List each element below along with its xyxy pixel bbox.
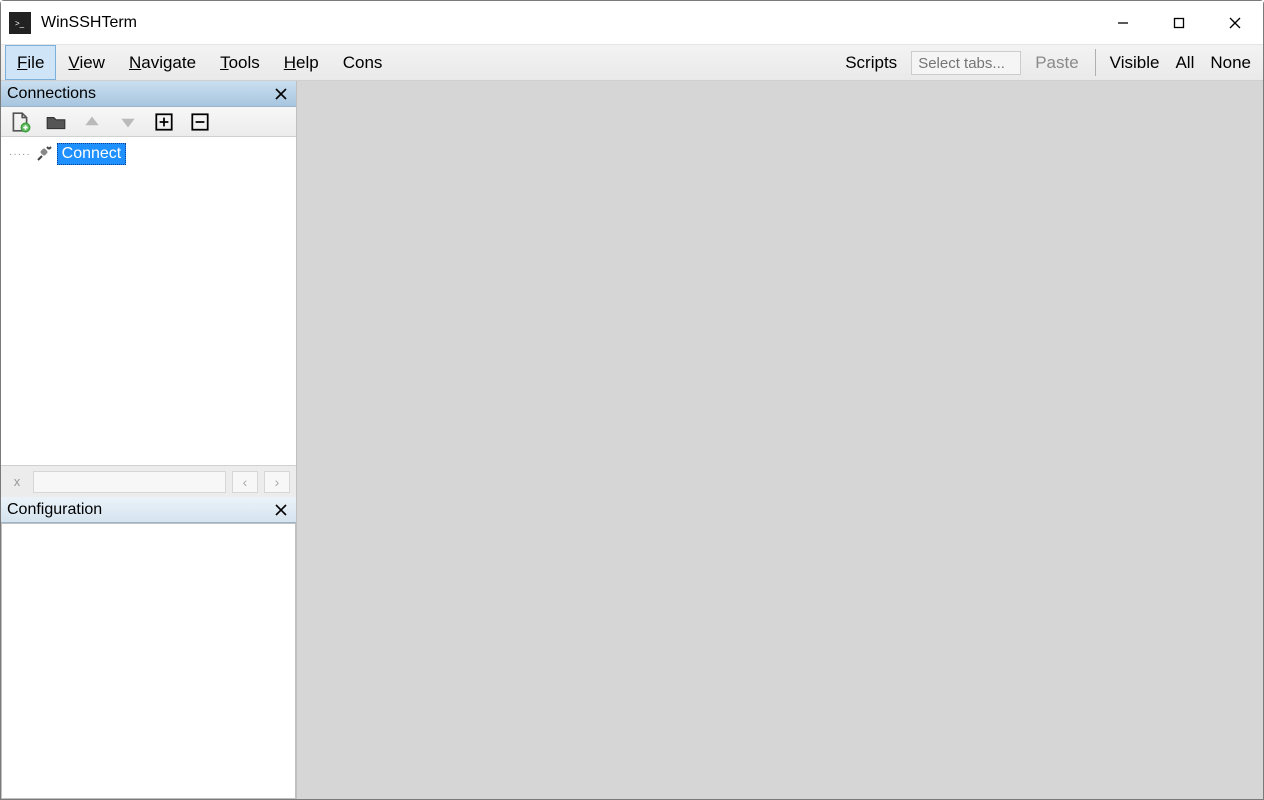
app-window: >_ WinSSHTerm File View Navigate Tools H… [0,0,1264,800]
tree-root-row[interactable]: ····· Connect [5,143,292,165]
app-icon: >_ [9,12,31,34]
new-file-icon[interactable] [9,111,31,133]
tree-root-label[interactable]: Connect [57,143,127,165]
paste-button[interactable]: Paste [1025,45,1088,80]
search-input[interactable] [33,471,226,493]
close-button[interactable] [1207,1,1263,44]
scripts-label[interactable]: Scripts [835,45,907,80]
separator [1095,49,1096,76]
all-button[interactable]: All [1167,45,1202,80]
menu-file[interactable]: File [5,45,56,80]
window-title: WinSSHTerm [41,14,137,32]
configuration-panel-body [1,523,296,799]
svg-text:>_: >_ [15,19,25,28]
move-down-icon[interactable] [117,111,139,133]
title-bar[interactable]: >_ WinSSHTerm [1,1,1263,45]
expand-all-icon[interactable] [153,111,175,133]
menu-bar: File View Navigate Tools Help Cons Scrip… [1,45,1263,81]
connect-icon [35,145,53,163]
menu-tools[interactable]: Tools [208,45,272,80]
connections-panel-header[interactable]: Connections [1,81,296,107]
menu-cons[interactable]: Cons [331,45,395,80]
none-button[interactable]: None [1202,45,1259,80]
configuration-panel-title: Configuration [7,501,102,519]
menu-help[interactable]: Help [272,45,331,80]
configuration-panel-header[interactable]: Configuration [1,497,296,523]
sidebar: Connections [1,81,297,799]
configuration-close-icon[interactable] [272,501,290,519]
main-content-area [297,81,1263,799]
tree-line-icon: ····· [5,149,31,160]
connections-tree[interactable]: ····· Connect [1,137,296,465]
search-clear-button[interactable]: x [7,472,27,492]
maximize-button[interactable] [1151,1,1207,44]
menu-navigate[interactable]: Navigate [117,45,208,80]
search-next-button[interactable]: › [264,471,290,493]
connections-toolbar [1,107,296,137]
visible-button[interactable]: Visible [1102,45,1168,80]
search-prev-button[interactable]: ‹ [232,471,258,493]
connections-close-icon[interactable] [272,85,290,103]
minimize-button[interactable] [1095,1,1151,44]
folder-icon[interactable] [45,111,67,133]
menu-view[interactable]: View [56,45,117,80]
connections-panel-title: Connections [7,85,96,103]
connections-search-bar: x ‹ › [1,465,296,497]
select-tabs-input[interactable] [911,51,1021,75]
move-up-icon[interactable] [81,111,103,133]
collapse-all-icon[interactable] [189,111,211,133]
